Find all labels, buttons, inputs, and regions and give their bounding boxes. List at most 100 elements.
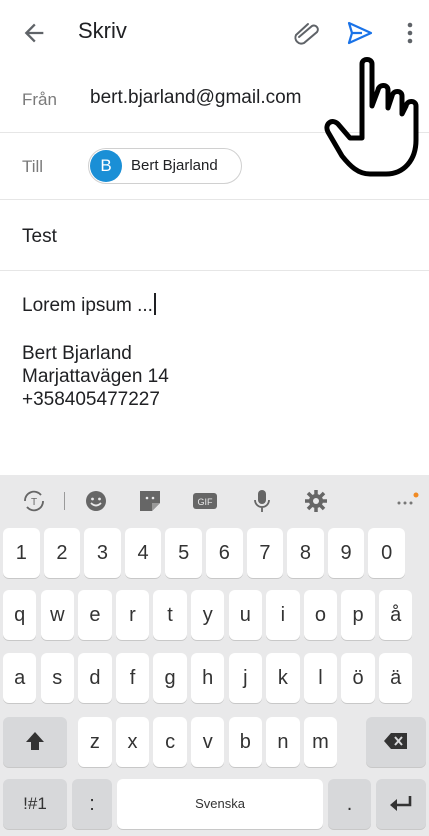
- key-8[interactable]: 8: [287, 528, 324, 578]
- key-label: h: [202, 667, 214, 689]
- symbols-key[interactable]: !#1: [3, 779, 67, 829]
- key-i[interactable]: i: [266, 590, 300, 640]
- page-title: Skriv: [78, 18, 127, 43]
- shift-icon: [26, 732, 44, 750]
- colon-key[interactable]: :: [72, 779, 112, 829]
- key-o[interactable]: o: [303, 590, 338, 640]
- key-label: o: [314, 604, 327, 626]
- key-s[interactable]: s: [40, 653, 74, 703]
- key-h[interactable]: h: [191, 653, 225, 703]
- key-v[interactable]: v: [191, 717, 225, 767]
- settings-icon[interactable]: [302, 487, 330, 515]
- key-å[interactable]: å: [379, 590, 413, 640]
- key-ä[interactable]: ä: [379, 653, 413, 703]
- body-editor[interactable]: Lorem ipsum ... Bert Bjarland Marjattavä…: [0, 271, 429, 475]
- key-label: w: [50, 604, 65, 626]
- key-label: 9: [340, 542, 352, 564]
- key-k[interactable]: k: [266, 653, 300, 703]
- emoji-icon[interactable]: [82, 487, 110, 515]
- subject-input[interactable]: Test: [22, 226, 57, 248]
- gif-icon[interactable]: GIF: [190, 487, 220, 515]
- key-label: 1: [15, 542, 27, 564]
- key-1[interactable]: 1: [3, 528, 40, 578]
- send-icon[interactable]: [346, 20, 374, 46]
- key-j[interactable]: j: [228, 653, 262, 703]
- key-r[interactable]: r: [115, 590, 150, 640]
- key-c[interactable]: c: [153, 717, 187, 767]
- key-ö[interactable]: ö: [341, 653, 375, 703]
- subject-field[interactable]: Test: [0, 200, 429, 271]
- key-label: a: [14, 667, 26, 689]
- signature: Bert Bjarland Marjattavägen 14 +35840547…: [22, 342, 169, 411]
- from-value[interactable]: bert.bjarland@gmail.com: [90, 87, 302, 109]
- avatar: B: [90, 150, 122, 182]
- key-6[interactable]: 6: [206, 528, 243, 578]
- enter-icon: [390, 796, 412, 811]
- key-label: r: [129, 604, 136, 626]
- key-y[interactable]: y: [191, 590, 225, 640]
- more-vert-icon[interactable]: [402, 19, 418, 47]
- key-7[interactable]: 7: [246, 528, 284, 578]
- backspace-icon: [384, 733, 407, 749]
- recipient-chip[interactable]: B Bert Bjarland: [88, 148, 242, 184]
- key-t[interactable]: t: [153, 590, 187, 640]
- from-label: Från: [22, 90, 57, 109]
- space-key[interactable]: Svenska: [117, 779, 323, 829]
- to-field[interactable]: Till B Bert Bjarland: [0, 133, 429, 200]
- key-l[interactable]: l: [303, 653, 338, 703]
- signature-line: +358405477227: [22, 389, 160, 410]
- key-b[interactable]: b: [228, 717, 262, 767]
- key-g[interactable]: g: [153, 653, 187, 703]
- body-text[interactable]: Lorem ipsum ...: [22, 293, 156, 317]
- key-label: .: [346, 793, 353, 815]
- key-f[interactable]: f: [115, 653, 150, 703]
- backspace-key[interactable]: [366, 717, 426, 767]
- enter-key[interactable]: [376, 779, 426, 829]
- key-label: 0: [381, 542, 393, 564]
- key-label: j: [243, 667, 248, 689]
- key-label: d: [89, 667, 101, 689]
- key-2[interactable]: 2: [43, 528, 81, 578]
- key-label: v: [202, 731, 213, 753]
- key-label: 4: [137, 542, 149, 564]
- shift-key[interactable]: [3, 717, 67, 767]
- key-9[interactable]: 9: [327, 528, 365, 578]
- key-0[interactable]: 0: [368, 528, 405, 578]
- text-caret: [153, 293, 156, 315]
- key-3[interactable]: 3: [84, 528, 121, 578]
- key-label: p: [352, 604, 364, 626]
- key-d[interactable]: d: [78, 653, 112, 703]
- key-a[interactable]: a: [3, 653, 37, 703]
- key-m[interactable]: m: [303, 717, 338, 767]
- key-e[interactable]: e: [78, 590, 112, 640]
- key-5[interactable]: 5: [165, 528, 202, 578]
- key-label: e: [89, 604, 101, 626]
- toolbar-divider: [64, 492, 65, 510]
- key-n[interactable]: n: [266, 717, 300, 767]
- key-label: z: [89, 731, 100, 753]
- key-u[interactable]: u: [228, 590, 262, 640]
- key-label: 2: [56, 542, 68, 564]
- key-label: 5: [178, 542, 190, 564]
- key-label: k: [277, 667, 288, 689]
- period-key[interactable]: .: [328, 779, 371, 829]
- key-label: f: [129, 667, 136, 689]
- key-z[interactable]: z: [78, 717, 112, 767]
- back-arrow-icon[interactable]: [20, 19, 48, 47]
- sticker-icon[interactable]: [136, 487, 164, 515]
- translate-icon[interactable]: T: [20, 487, 48, 515]
- key-label: c: [165, 731, 176, 753]
- key-label: m: [312, 731, 329, 753]
- key-q[interactable]: q: [3, 590, 37, 640]
- key-w[interactable]: w: [40, 590, 74, 640]
- key-4[interactable]: 4: [124, 528, 162, 578]
- key-label: ä: [390, 667, 402, 689]
- key-p[interactable]: p: [341, 590, 375, 640]
- key-label: i: [280, 604, 286, 626]
- paperclip-icon[interactable]: [292, 20, 322, 46]
- key-label: 8: [299, 542, 312, 564]
- more-horiz-icon[interactable]: [392, 487, 420, 515]
- key-x[interactable]: x: [115, 717, 150, 767]
- key-label: å: [390, 604, 402, 626]
- mic-icon[interactable]: [248, 487, 276, 515]
